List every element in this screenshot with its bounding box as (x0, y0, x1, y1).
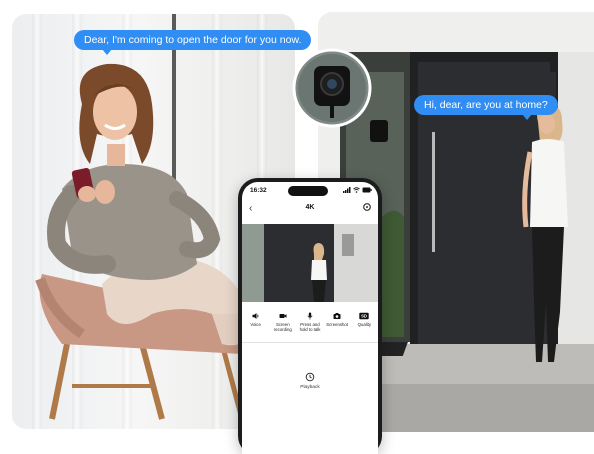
voice-button[interactable]: Voice (243, 312, 269, 338)
live-video-feed[interactable] (242, 224, 378, 302)
playback-button[interactable]: Playback (242, 372, 378, 390)
status-icons (343, 187, 372, 193)
push-to-talk-label: Press and hold to talk (299, 322, 321, 332)
status-time: 16:32 (250, 187, 267, 194)
stream-quality-title: 4K (305, 204, 315, 211)
status-bar: 16:32 (242, 182, 378, 200)
video-camera-icon (279, 314, 287, 318)
smartphone: 16:32 ‹ 4K Voice Screen recording Press … (238, 178, 382, 454)
call-controls: Voice Screen recording Press and hold to… (242, 312, 378, 338)
dynamic-island (288, 186, 328, 196)
divider (242, 342, 378, 343)
app-header: ‹ 4K (242, 200, 378, 220)
woman-speech-bubble: Dear, I'm coming to open the door for yo… (74, 30, 312, 55)
history-icon (305, 372, 315, 382)
gear-icon[interactable] (362, 202, 372, 212)
screen-recording-button[interactable]: Screen recording (270, 312, 296, 338)
app-screen: 16:32 ‹ 4K Voice Screen recording Press … (242, 182, 378, 454)
wifi-icon (353, 187, 360, 193)
camera-icon (333, 313, 341, 319)
battery-icon (362, 187, 372, 193)
speaker-icon (252, 313, 258, 319)
screen-recording-label: Screen recording (273, 322, 292, 332)
sd-badge-icon: SD (359, 312, 370, 320)
sd-badge-text: SD (361, 314, 367, 319)
playback-label: Playback (300, 385, 320, 390)
live-video-frame (242, 224, 378, 302)
microphone-icon (307, 312, 313, 320)
ad-banner: Dear, I'm coming to open the door for yo… (0, 0, 594, 454)
signal-icon (343, 187, 351, 193)
screenshot-button[interactable]: Screenshot (324, 312, 350, 338)
visitor-speech-bubble: Hi, dear, are you at home? (414, 95, 558, 120)
quality-button[interactable]: SD Quality (351, 312, 377, 338)
voice-label: Voice (250, 322, 261, 327)
push-to-talk-button[interactable]: Press and hold to talk (297, 312, 323, 338)
screenshot-label: Screenshot (326, 322, 349, 327)
doorbell-camera-closeup (292, 48, 372, 128)
quality-label: Quality (357, 322, 372, 327)
